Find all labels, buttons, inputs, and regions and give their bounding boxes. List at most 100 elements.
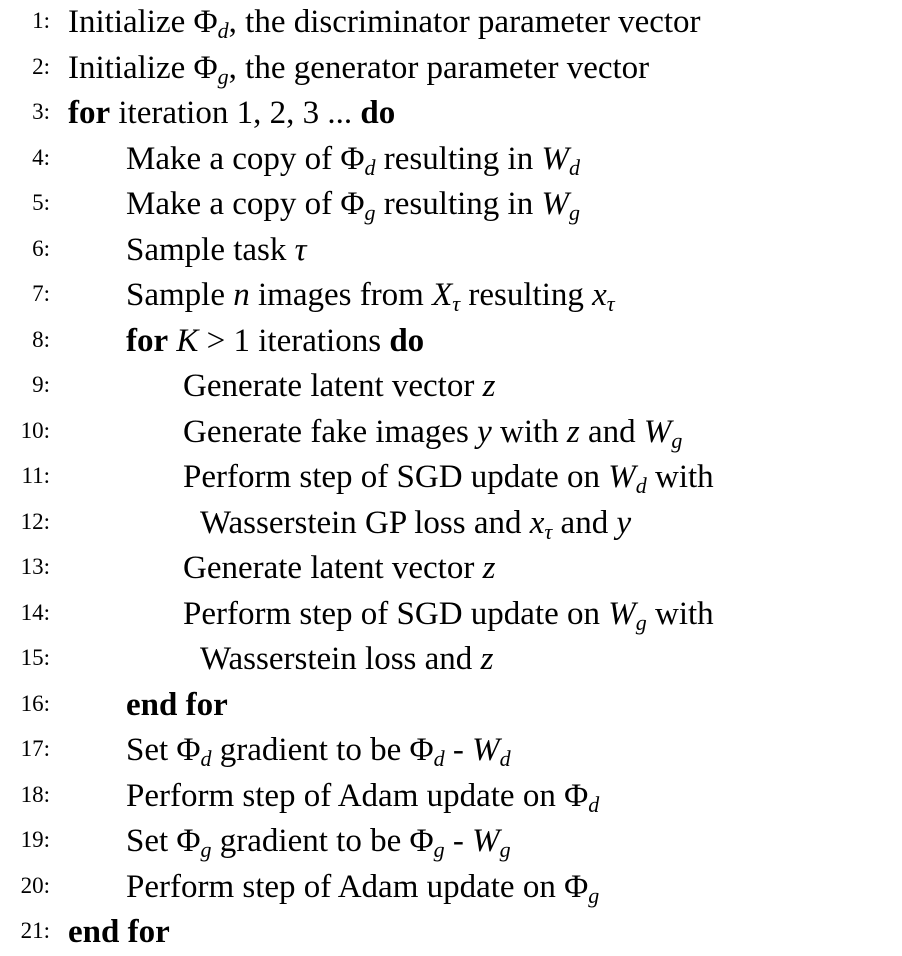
math-symbol: W: [541, 186, 569, 222]
algorithm-line: 13: Generate latent vector z: [0, 546, 902, 592]
subscript: g: [364, 200, 376, 225]
subscript: g: [635, 609, 647, 635]
text-segment: Generate fake images: [183, 413, 478, 450]
keyword: for: [126, 322, 169, 359]
text-segment: Initialize: [68, 4, 194, 40]
line-number: 20:: [20, 872, 50, 898]
text-segment: Perform step of Adam update on: [126, 868, 565, 905]
keyword: do: [389, 322, 425, 359]
line-number: 2:: [32, 53, 50, 79]
math-symbol: W: [541, 140, 569, 177]
text-segment: with: [646, 459, 714, 495]
text-segment: > 1 iterations: [198, 322, 390, 359]
line-text: Wasserstein GP loss and xτ and y: [200, 501, 631, 545]
text-segment: resulting in: [375, 140, 542, 177]
text-segment: Φ: [409, 823, 434, 859]
text-segment: Set: [126, 732, 177, 768]
math-symbol: τ: [294, 231, 307, 268]
text-segment: Φ: [193, 49, 218, 86]
text-segment: Φ: [340, 186, 365, 222]
text-segment: , the discriminator parameter vector: [228, 4, 701, 40]
text-segment: and: [552, 504, 617, 541]
text-segment: Perform step of SGD update on: [183, 459, 609, 495]
algorithm-line: 6: Sample task τ: [0, 228, 902, 274]
math-symbol: z: [480, 641, 494, 677]
text-segment: Generate latent vector: [183, 550, 483, 586]
text-segment: Φ: [564, 777, 589, 814]
line-text: Perform step of SGD update on Wg with: [183, 592, 714, 636]
text-segment: resulting in: [375, 186, 542, 222]
subscript: d: [200, 746, 212, 771]
text-segment: Perform step of SGD update on: [183, 595, 609, 632]
line-text: Perform step of Adam update on Φg: [126, 865, 599, 909]
line-text: Make a copy of Φg resulting in Wg: [126, 182, 580, 226]
math-symbol: y: [477, 413, 492, 450]
subscript: τ: [452, 291, 461, 316]
line-number: 10:: [20, 417, 50, 443]
line-number: 15:: [20, 645, 50, 670]
text-segment: Φ: [409, 732, 434, 768]
algorithm-line: 11: Perform step of SGD update on Wd with: [0, 455, 902, 501]
subscript: d: [588, 791, 600, 817]
line-number: 12:: [20, 508, 50, 534]
subscript: d: [217, 18, 229, 43]
line-text: Perform step of Adam update on Φd: [126, 774, 599, 818]
line-number: 1:: [32, 8, 50, 33]
line-number: 4:: [32, 144, 50, 170]
text-segment: resulting: [460, 277, 593, 313]
line-text: Perform step of SGD update on Wd with: [183, 455, 714, 499]
subscript: g: [499, 837, 511, 862]
algorithm-line: 3: for iteration 1, 2, 3 ... do: [0, 91, 902, 137]
text-segment: Φ: [193, 4, 218, 40]
text-segment: Sample: [126, 277, 234, 313]
text-segment: Wasserstein loss and: [200, 641, 481, 677]
keyword: end for: [126, 686, 228, 723]
text-segment: Φ: [176, 823, 201, 859]
math-symbol: y: [616, 504, 632, 541]
line-number: 14:: [20, 599, 50, 625]
algorithm-line: 4: Make a copy of Φd resulting in Wd: [0, 137, 902, 183]
text-segment: Φ: [564, 868, 589, 905]
line-number: 7:: [32, 281, 50, 306]
math-symbol: x: [592, 277, 607, 313]
math-symbol: z: [566, 413, 580, 450]
text-segment: gradient to be: [211, 732, 410, 768]
algorithm-line: 20: Perform step of Adam update on Φg: [0, 865, 902, 911]
algorithm-line: 12: Wasserstein GP loss and xτ and y: [0, 501, 902, 547]
text-segment: Wasserstein GP loss and: [200, 504, 530, 541]
algorithm-line: 9: Generate latent vector z: [0, 364, 902, 410]
math-symbol: x: [529, 504, 545, 541]
text-segment: and: [579, 413, 644, 450]
text-segment: Make a copy of: [126, 186, 341, 222]
text-segment: iteration 1, 2, 3 ...: [110, 95, 361, 131]
math-symbol: W: [643, 413, 672, 450]
text-segment: Φ: [176, 732, 201, 768]
line-number: 3:: [32, 99, 50, 124]
algorithm-line: 14: Perform step of SGD update on Wg with: [0, 592, 902, 638]
keyword: do: [360, 95, 396, 131]
algorithm-line: 16: end for: [0, 683, 902, 729]
line-number: 18:: [20, 781, 50, 807]
text-segment: , the generator parameter vector: [228, 49, 650, 86]
line-text: Generate fake images y with z and Wg: [183, 410, 682, 454]
subscript: g: [588, 882, 600, 908]
algorithm-line: 8: for K > 1 iterations do: [0, 319, 902, 365]
math-symbol: X: [432, 277, 453, 313]
subscript: d: [568, 154, 580, 180]
subscript: d: [433, 746, 445, 771]
text-segment: images from: [249, 277, 433, 313]
line-number: 5:: [32, 190, 50, 215]
line-text: for K > 1 iterations do: [126, 319, 424, 363]
text-segment: Generate latent vector: [183, 368, 483, 404]
math-symbol: W: [608, 459, 636, 495]
text-segment: -: [444, 823, 473, 859]
math-symbol: z: [482, 550, 496, 586]
text-segment: with: [646, 595, 714, 632]
text-segment: with: [491, 413, 567, 450]
line-text: Make a copy of Φd resulting in Wd: [126, 137, 580, 181]
line-number: 6:: [32, 235, 50, 261]
line-number: 21:: [20, 918, 50, 943]
algorithm-line: 18: Perform step of Adam update on Φd: [0, 774, 902, 820]
line-text: Sample task τ: [126, 228, 306, 272]
line-text: Generate latent vector z: [183, 546, 495, 590]
